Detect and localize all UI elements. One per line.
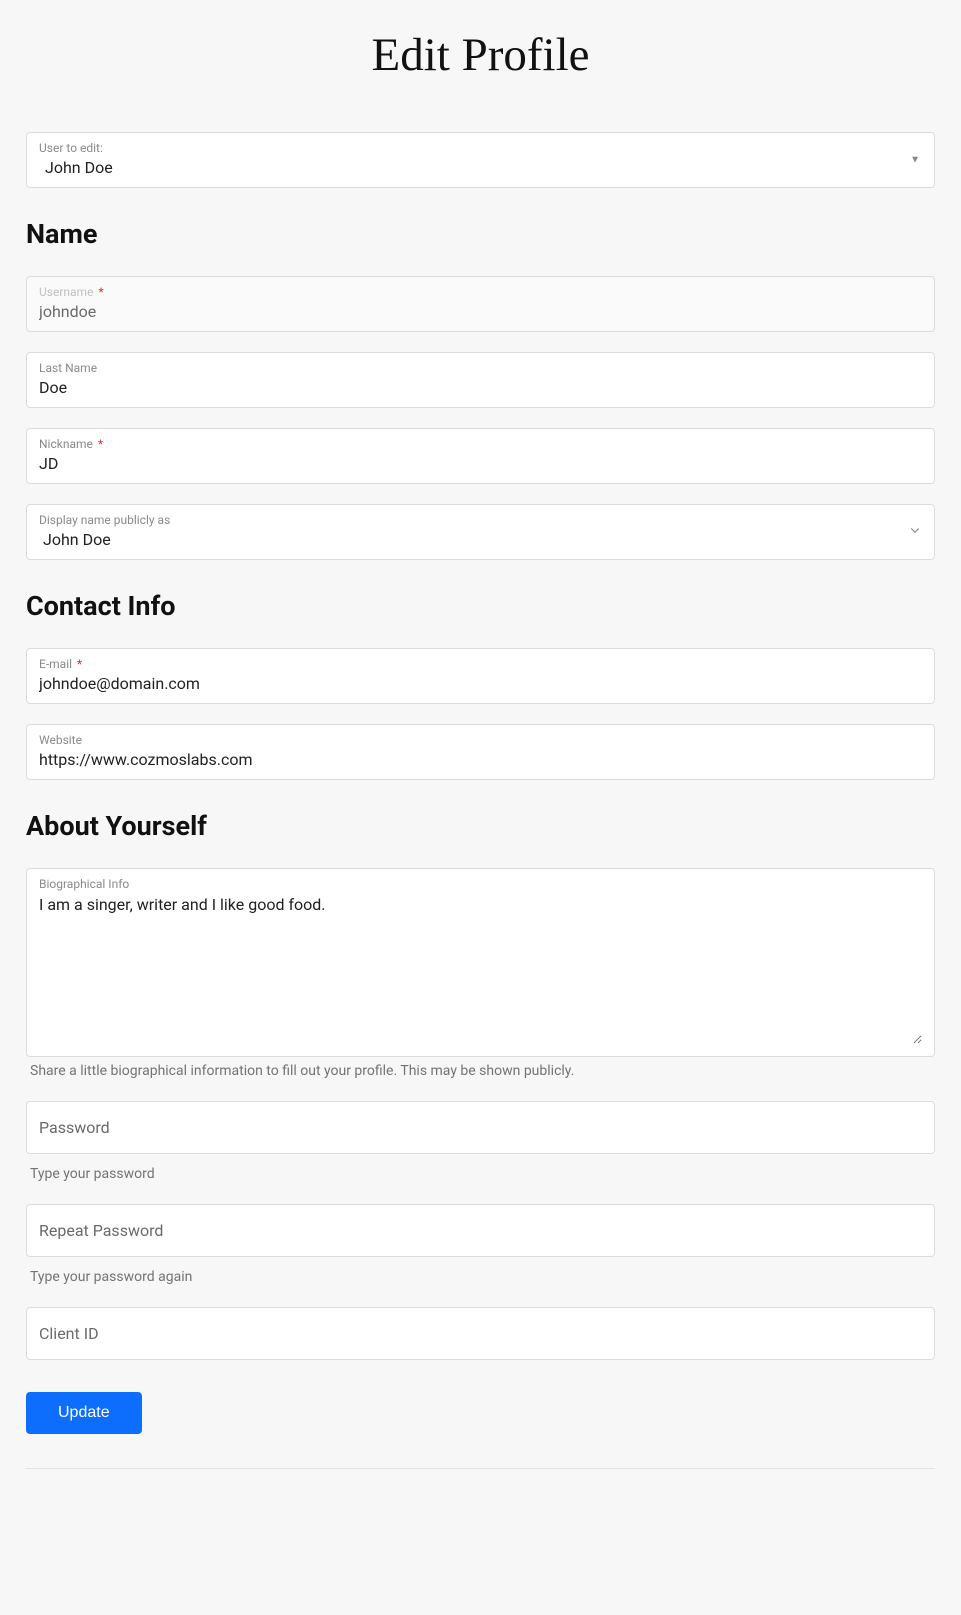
- username-field-wrap: Username *: [26, 276, 935, 332]
- bio-help-text: Share a little biographical information …: [30, 1063, 935, 1079]
- repeat-password-input[interactable]: [26, 1204, 935, 1257]
- bio-textarea[interactable]: [39, 894, 922, 1044]
- username-input: [39, 302, 922, 321]
- nickname-label: Nickname *: [39, 437, 922, 451]
- display-name-select[interactable]: Display name publicly as John Doe: [26, 504, 935, 560]
- password-input[interactable]: [26, 1101, 935, 1154]
- password-help-text: Type your password: [30, 1166, 935, 1182]
- website-input[interactable]: [39, 750, 922, 769]
- email-field-wrap: E-mail *: [26, 648, 935, 704]
- page-title: Edit Profile: [26, 28, 935, 82]
- last-name-label: Last Name: [39, 361, 922, 375]
- email-label: E-mail *: [39, 657, 922, 671]
- user-select-value: John Doe: [39, 158, 922, 177]
- divider: [26, 1468, 935, 1469]
- website-label: Website: [39, 733, 922, 747]
- last-name-input[interactable]: [39, 378, 922, 397]
- last-name-field-wrap: Last Name: [26, 352, 935, 408]
- bio-field-wrap: Biographical Info: [26, 868, 935, 1057]
- update-button[interactable]: Update: [26, 1392, 142, 1434]
- website-field-wrap: Website: [26, 724, 935, 780]
- display-name-label: Display name publicly as: [39, 513, 922, 527]
- nickname-input[interactable]: [39, 454, 922, 473]
- required-marker: *: [98, 285, 103, 299]
- repeat-password-help-text: Type your password again: [30, 1269, 935, 1285]
- username-label: Username *: [39, 285, 922, 299]
- required-marker: *: [77, 657, 82, 671]
- email-label-text: E-mail: [39, 657, 72, 671]
- email-input[interactable]: [39, 674, 922, 693]
- user-select[interactable]: User to edit: John Doe ▼: [26, 132, 935, 188]
- section-about-heading: About Yourself: [26, 810, 935, 842]
- username-label-text: Username: [39, 285, 93, 299]
- nickname-field-wrap: Nickname *: [26, 428, 935, 484]
- display-name-value: John Doe: [39, 530, 922, 549]
- section-contact-heading: Contact Info: [26, 590, 935, 622]
- nickname-label-text: Nickname: [39, 437, 93, 451]
- user-select-label: User to edit:: [39, 141, 922, 155]
- bio-label: Biographical Info: [39, 877, 922, 891]
- required-marker: *: [98, 437, 103, 451]
- client-id-input[interactable]: [26, 1307, 935, 1360]
- section-name-heading: Name: [26, 218, 935, 250]
